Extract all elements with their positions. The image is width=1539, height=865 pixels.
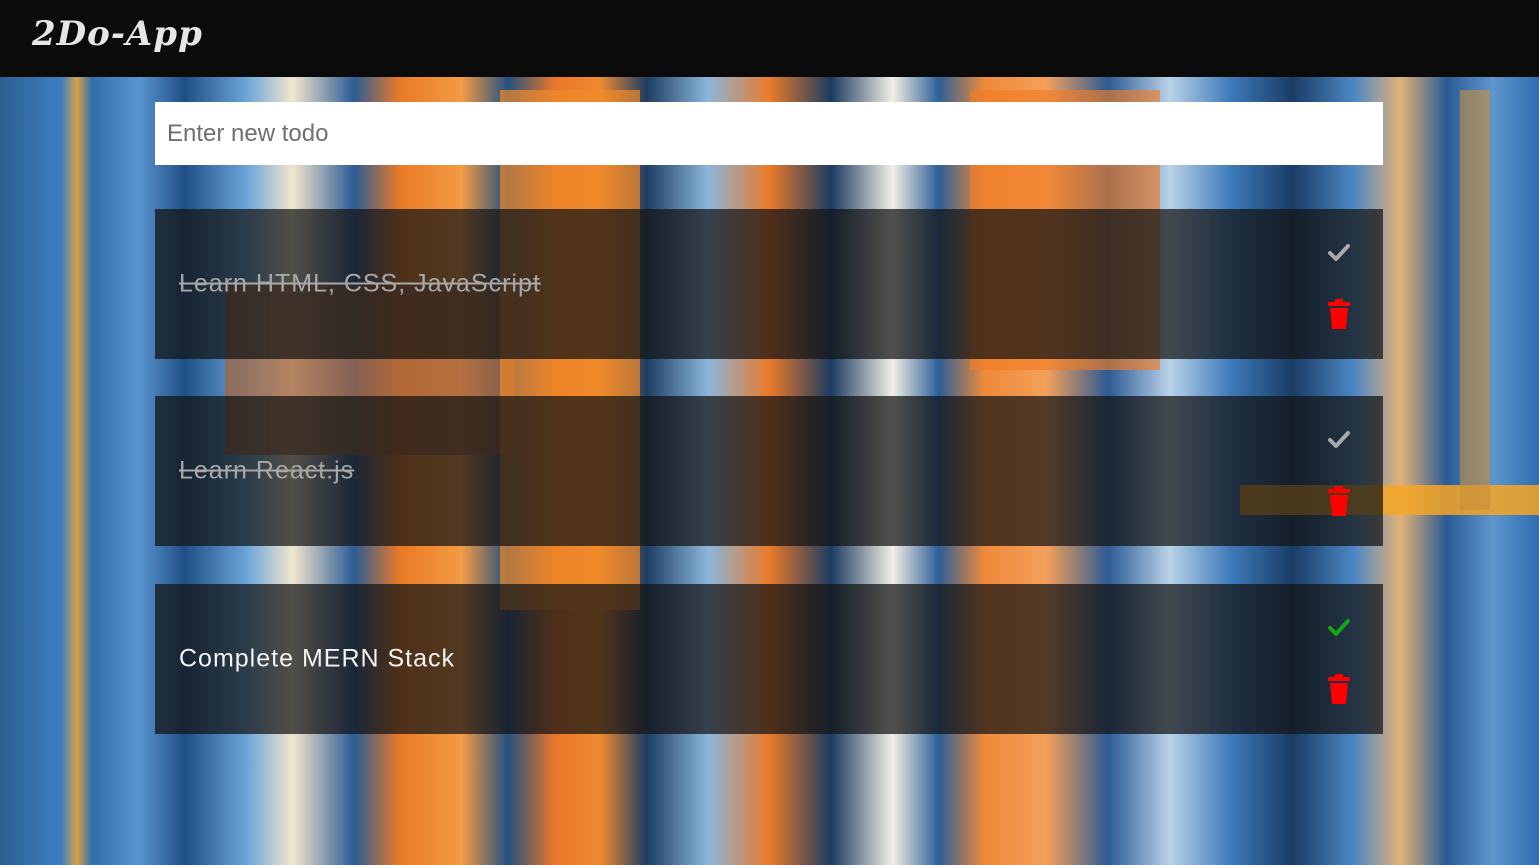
trash-icon[interactable]	[1327, 673, 1351, 705]
todo-text: Complete MERN Stack	[179, 644, 456, 673]
new-todo-input[interactable]	[155, 102, 1383, 165]
todo-item: Learn React.js	[155, 396, 1383, 546]
todo-text: Learn React.js	[179, 456, 355, 485]
app-header: 2Do-App	[0, 0, 1539, 77]
todo-item: Complete MERN Stack	[155, 584, 1383, 734]
background-streak	[1460, 90, 1490, 510]
check-icon[interactable]	[1328, 429, 1350, 451]
trash-icon[interactable]	[1327, 485, 1351, 517]
todo-text: Learn HTML, CSS, JavaScript	[179, 269, 541, 298]
todo-item: Learn HTML, CSS, JavaScript	[155, 209, 1383, 359]
check-icon[interactable]	[1328, 242, 1350, 264]
app-logo: 2Do-App	[32, 14, 203, 54]
trash-icon[interactable]	[1327, 298, 1351, 330]
check-icon[interactable]	[1328, 617, 1350, 639]
